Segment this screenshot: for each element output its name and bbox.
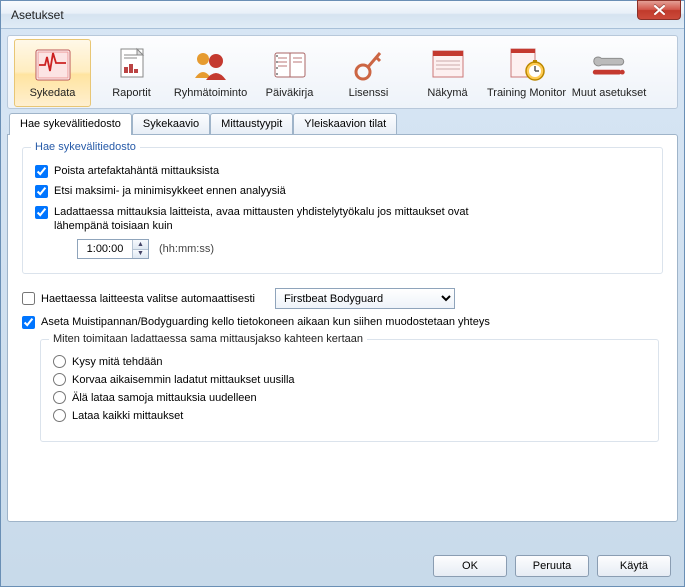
tab-panel: Hae sykevälitiedosto Poista artefaktahän…	[7, 134, 678, 522]
heartrate-icon	[33, 47, 73, 83]
tab-mittaustyypit[interactable]: Mittaustyypit	[210, 113, 293, 134]
toolbar-label: Muut asetukset	[572, 87, 647, 99]
toolbar-label: Raportit	[112, 87, 151, 99]
checkbox-combine[interactable]	[35, 206, 48, 219]
label-minmax: Etsi maksimi- ja minimisykkeet ennen ana…	[54, 184, 286, 198]
button-bar: OK Peruuta Käytä	[433, 555, 671, 577]
toolbar-training-monitor[interactable]: Training Monitor	[488, 39, 565, 107]
group-icon	[191, 47, 231, 83]
label-radio-ask: Kysy mitä tehdään	[72, 356, 163, 368]
tab-yleiskaavion-tilat[interactable]: Yleiskaavion tilat	[293, 113, 397, 134]
fieldset-duplicate-action: Miten toimitaan ladattaessa sama mittaus…	[40, 339, 659, 442]
label-artefact: Poista artefaktahäntä mittauksista	[54, 164, 219, 178]
label-autoselect: Haettaessa laitteesta valitse automaatti…	[41, 293, 255, 305]
view-icon	[428, 47, 468, 83]
fieldset-legend: Miten toimitaan ladattaessa sama mittaus…	[49, 333, 367, 345]
wrench-icon	[589, 47, 629, 83]
toolbar-paivakirja[interactable]: Päiväkirja	[251, 39, 328, 107]
tab-row: Hae sykevälitiedosto Sykekaavio Mittaust…	[9, 113, 678, 134]
window-title: Asetukset	[11, 8, 64, 22]
device-dropdown[interactable]: Firstbeat Bodyguard	[275, 288, 455, 309]
label-radio-replace: Korvaa aikaisemmin ladatut mittaukset uu…	[72, 374, 295, 386]
diary-icon	[270, 47, 310, 83]
tab-label: Sykekaavio	[143, 118, 199, 130]
toolbar-lisenssi[interactable]: Lisenssi	[330, 39, 407, 107]
toolbar-label: Lisenssi	[349, 87, 389, 99]
toolbar-nakyma[interactable]: Näkymä	[409, 39, 486, 107]
toolbar-label: Näkymä	[427, 87, 467, 99]
apply-button[interactable]: Käytä	[597, 555, 671, 577]
toolbar-ryhmatoiminto[interactable]: Ryhmätoiminto	[172, 39, 249, 107]
time-spinner[interactable]: ▲ ▼	[77, 239, 149, 259]
toolbar-sykedata[interactable]: Sykedata	[14, 39, 91, 107]
tab-label: Mittaustyypit	[221, 118, 282, 130]
label-combine: Ladattaessa mittauksia laitteista, avaa …	[54, 205, 474, 234]
cancel-button[interactable]: Peruuta	[515, 555, 589, 577]
radio-skip[interactable]	[53, 391, 66, 404]
stopwatch-icon	[507, 47, 547, 83]
key-icon	[349, 47, 389, 83]
toolbar-label: Ryhmätoiminto	[174, 87, 247, 99]
checkbox-minmax[interactable]	[35, 185, 48, 198]
spinner-down[interactable]: ▼	[133, 250, 148, 259]
close-icon	[654, 5, 665, 15]
time-hint: (hh:mm:ss)	[159, 243, 214, 255]
report-icon	[112, 47, 152, 83]
radio-loadall[interactable]	[53, 409, 66, 422]
time-input[interactable]	[78, 240, 132, 258]
fieldset-legend: Hae sykevälitiedosto	[31, 141, 140, 153]
checkbox-artefact[interactable]	[35, 165, 48, 178]
tab-label: Yleiskaavion tilat	[304, 118, 386, 130]
checkbox-clock[interactable]	[22, 316, 35, 329]
toolbar-raportit[interactable]: Raportit	[93, 39, 170, 107]
toolbar-muut-asetukset[interactable]: Muut asetukset	[567, 39, 651, 107]
label-radio-skip: Älä lataa samoja mittauksia uudelleen	[72, 392, 257, 404]
spinner-up[interactable]: ▲	[133, 240, 148, 250]
ok-button[interactable]: OK	[433, 555, 507, 577]
fieldset-hae-sykevalitiedosto: Hae sykevälitiedosto Poista artefaktahän…	[22, 147, 663, 274]
toolbar-label: Päiväkirja	[266, 87, 314, 99]
titlebar: Asetukset	[1, 1, 684, 29]
checkbox-autoselect[interactable]	[22, 292, 35, 305]
radio-replace[interactable]	[53, 373, 66, 386]
toolbar-label: Training Monitor	[487, 87, 566, 99]
tab-hae-sykevalitiedosto[interactable]: Hae sykevälitiedosto	[9, 113, 132, 135]
tab-label: Hae sykevälitiedosto	[20, 118, 121, 130]
tab-sykekaavio[interactable]: Sykekaavio	[132, 113, 210, 134]
close-button[interactable]	[637, 0, 681, 20]
toolbar: Sykedata Raportit	[7, 35, 678, 109]
radio-ask[interactable]	[53, 355, 66, 368]
label-radio-loadall: Lataa kaikki mittaukset	[72, 410, 183, 422]
toolbar-label: Sykedata	[30, 87, 76, 99]
label-clock: Aseta Muistipannan/Bodyguarding kello ti…	[41, 315, 490, 329]
